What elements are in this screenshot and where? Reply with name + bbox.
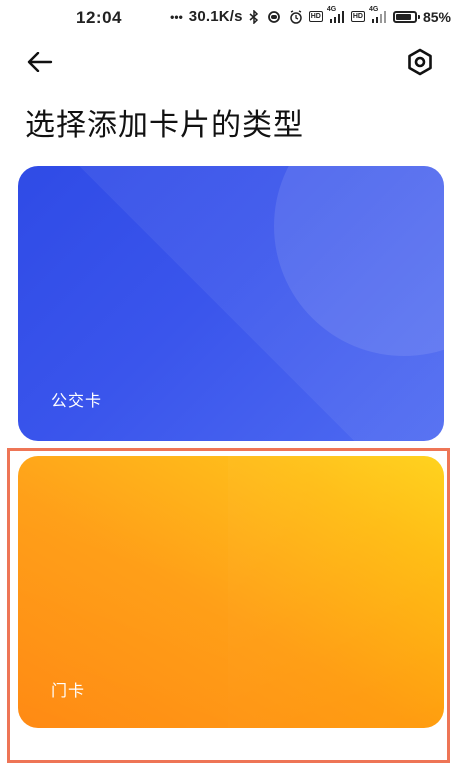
hd-badge-2: HD xyxy=(350,11,365,22)
bluetooth-icon xyxy=(249,9,259,24)
card-decoration xyxy=(228,456,444,728)
status-bar: 12:04 ••• 30.1K/s HD 4G HD 4G 85% xyxy=(0,0,461,36)
battery-fill xyxy=(395,13,412,20)
hd-icon: HD xyxy=(308,11,323,22)
settings-button[interactable] xyxy=(400,44,440,80)
status-icons: ••• 30.1K/s HD 4G HD 4G 85% xyxy=(170,6,451,26)
net-type-2: 4G xyxy=(368,5,379,13)
page-title: 选择添加卡片的类型 xyxy=(25,108,304,143)
battery-percent: 85% xyxy=(422,8,451,25)
hexagon-settings-icon xyxy=(408,48,432,76)
card-decoration xyxy=(18,456,228,728)
battery-outline xyxy=(392,10,420,23)
net-type-1: 4G xyxy=(326,5,337,13)
bus-card-label: 公交卡 xyxy=(51,391,103,410)
dots-icon: ••• xyxy=(170,9,183,24)
alarm-icon xyxy=(289,9,303,24)
hd-icon: HD xyxy=(350,11,365,22)
vibrate-icon xyxy=(265,10,283,23)
status-time: 12:04 xyxy=(76,8,122,27)
page: 12:04 ••• 30.1K/s HD 4G HD 4G 85% 选择添加卡片… xyxy=(0,0,461,778)
back-button[interactable] xyxy=(22,44,58,80)
hd-badge-1: HD xyxy=(308,11,323,22)
network-speed: 30.1K/s xyxy=(188,8,243,25)
battery-icon xyxy=(392,10,420,23)
door-card-label: 门卡 xyxy=(51,681,86,700)
arrow-left-icon xyxy=(27,52,53,72)
door-card[interactable]: 门卡 xyxy=(18,456,444,728)
bus-card[interactable]: 公交卡 xyxy=(18,166,444,441)
signal-icon: 4G xyxy=(369,6,387,23)
signal-icon: 4G xyxy=(327,6,345,23)
